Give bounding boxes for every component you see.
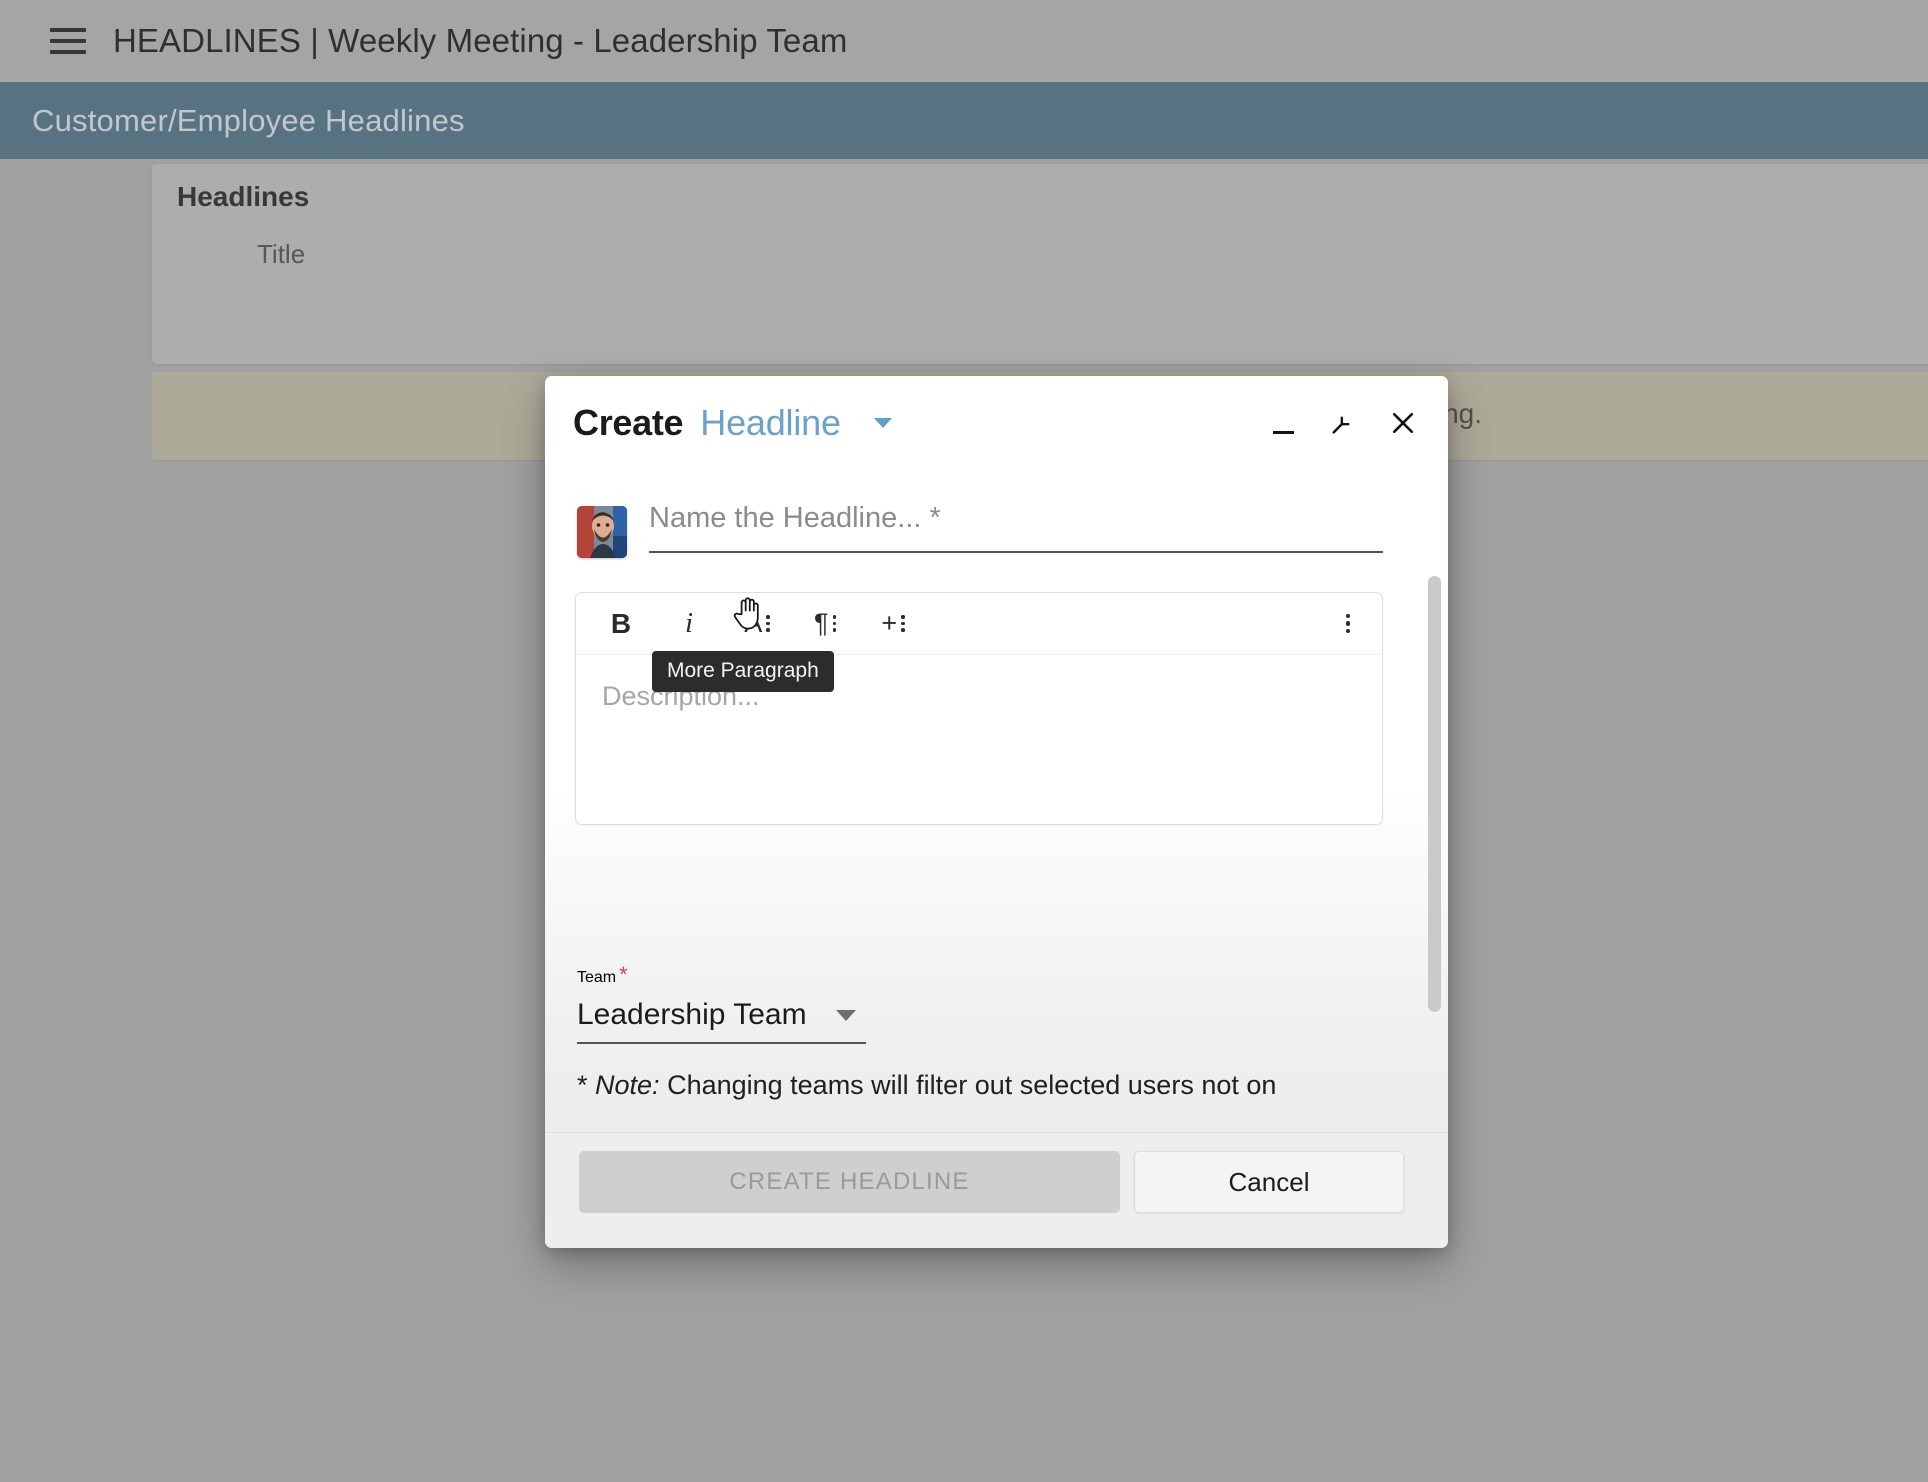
description-editor: B i A ¶ + More Paragraph Description... xyxy=(575,592,1383,825)
more-text-button[interactable]: A xyxy=(734,602,780,646)
dialog-title: Create Headline xyxy=(573,402,892,444)
note-asterisk: * xyxy=(577,1070,596,1100)
window-controls xyxy=(1266,406,1426,440)
chevron-down-icon[interactable] xyxy=(873,418,892,428)
team-label: Team * xyxy=(577,962,877,988)
dialog-title-prefix: Create xyxy=(573,402,684,443)
vertical-scrollbar[interactable] xyxy=(1425,470,1443,1132)
more-paragraph-tooltip: More Paragraph xyxy=(652,651,834,692)
vertical-dots-icon xyxy=(901,615,905,632)
headline-name-input[interactable] xyxy=(649,502,1383,551)
italic-button[interactable]: i xyxy=(666,602,712,646)
create-headline-dialog: Create Headline Name the Headline... * B… xyxy=(545,376,1448,1248)
italic-glyph: i xyxy=(684,607,694,639)
minimize-glyph xyxy=(1272,430,1294,434)
dialog-title-entity: Headline xyxy=(700,402,841,443)
dialog-header: Create Headline xyxy=(545,376,1448,470)
close-x-icon[interactable] xyxy=(1386,406,1420,440)
team-selected-value: Leadership Team xyxy=(577,998,807,1031)
note-emphasis: Note: xyxy=(595,1070,660,1100)
dialog-body: B i A ¶ + xyxy=(545,470,1448,1132)
note-text: Changing teams will filter out selected … xyxy=(659,1070,1277,1100)
team-change-note: * Note: Changing teams will filter out s… xyxy=(577,1070,1276,1101)
vertical-dots-icon xyxy=(832,615,836,632)
user-avatar-photo xyxy=(577,506,627,558)
editor-toolbar: B i A ¶ + More Paragraph xyxy=(576,593,1382,692)
bold-button[interactable]: B xyxy=(598,602,644,646)
cancel-button[interactable]: Cancel xyxy=(1134,1151,1404,1213)
team-field: Team * Leadership Team xyxy=(577,962,877,1044)
more-rich-glyph: + xyxy=(881,608,898,638)
chevron-down-icon xyxy=(836,1009,856,1021)
name-row xyxy=(577,496,1383,558)
create-headline-button[interactable]: CREATE HEADLINE xyxy=(579,1151,1120,1213)
scrollbar-thumb[interactable] xyxy=(1428,576,1441,1012)
name-input-wrap xyxy=(649,496,1383,553)
team-label-text: Team xyxy=(577,969,617,986)
more-text-glyph: A xyxy=(744,608,763,638)
vertical-dots-icon xyxy=(1345,613,1351,634)
team-select[interactable]: Leadership Team xyxy=(577,998,866,1044)
vertical-dots-icon xyxy=(766,615,770,632)
name-input-underline xyxy=(649,551,1383,553)
more-paragraph-glyph: ¶ xyxy=(813,608,829,638)
dialog-footer: CREATE HEADLINE Cancel xyxy=(545,1132,1448,1248)
required-asterisk: * xyxy=(619,962,628,987)
more-rich-button[interactable]: + xyxy=(870,602,916,646)
bold-glyph: B xyxy=(610,607,632,639)
more-paragraph-button[interactable]: ¶ xyxy=(802,602,848,646)
more-options-button[interactable] xyxy=(1332,602,1360,646)
minimize-icon[interactable] xyxy=(1266,406,1300,440)
collapse-diagonal-icon[interactable] xyxy=(1326,406,1360,440)
